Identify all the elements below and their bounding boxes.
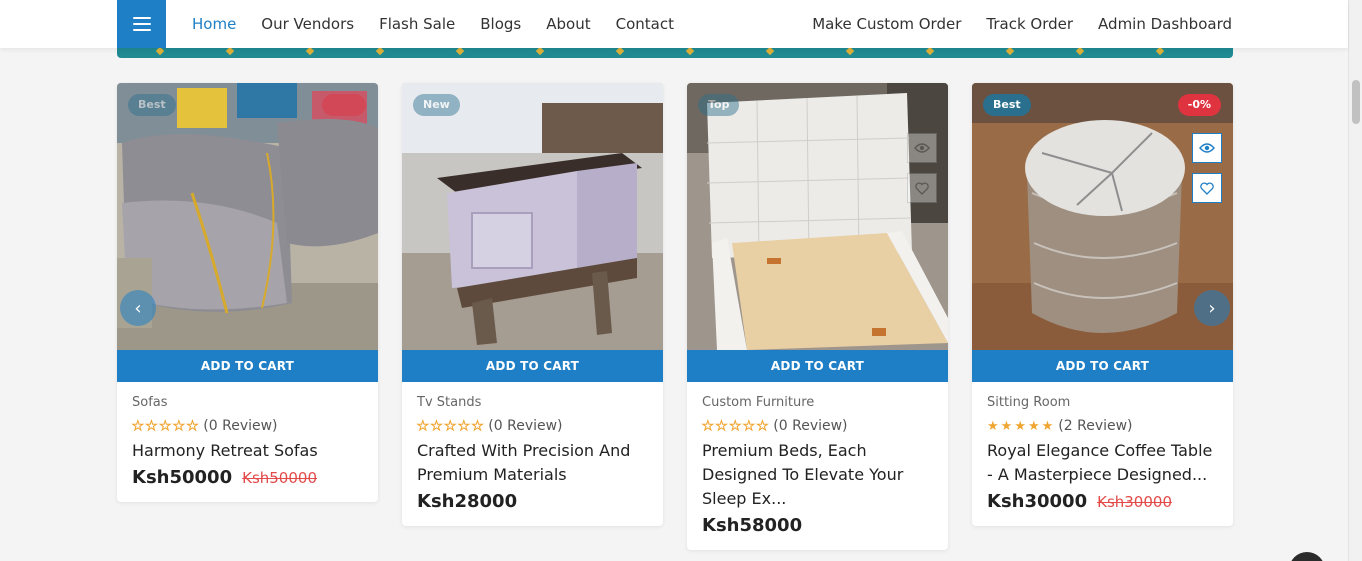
star-icon: ★: [417, 418, 430, 434]
discount-badge: [322, 94, 366, 116]
product-image-coffee-table[interactable]: Best -0% ›: [972, 83, 1233, 350]
product-card[interactable]: Best -0% › ADD TO CART Sitting Room ★ ★ …: [972, 83, 1233, 526]
product-rating: ★ ★ ★ ★ ★ (2 Review): [987, 418, 1218, 434]
product-card[interactable]: Top ADD TO CART Custom Furniture ★ ★ ★ ★…: [687, 83, 948, 550]
review-count: (2 Review): [1058, 418, 1133, 434]
product-card[interactable]: Best ‹ ADD TO CART Sofas ★ ★ ★ ★ ★ (0 Re…: [117, 83, 378, 502]
product-name[interactable]: Royal Elegance Coffee Table - A Masterpi…: [987, 439, 1218, 487]
nav-about[interactable]: About: [546, 15, 590, 33]
star-icon: ★: [172, 418, 185, 434]
price-row: Ksh50000 Ksh50000: [132, 467, 363, 488]
review-count: (0 Review): [203, 418, 278, 434]
heart-icon: [1200, 181, 1214, 195]
product-rating: ★ ★ ★ ★ ★ (0 Review): [417, 418, 648, 434]
product-card[interactable]: New ADD TO CART Tv Stands ★ ★ ★ ★ ★ (0 R…: [402, 83, 663, 526]
discount-badge: -0%: [1177, 94, 1221, 116]
review-count: (0 Review): [773, 418, 848, 434]
product-category[interactable]: Sofas: [132, 395, 363, 410]
nav-flash-sale[interactable]: Flash Sale: [379, 15, 455, 33]
review-count: (0 Review): [488, 418, 563, 434]
quick-view-button[interactable]: [1192, 133, 1222, 163]
star-icon: ★: [457, 418, 470, 434]
page-scrollbar[interactable]: [1348, 0, 1362, 561]
old-price: Ksh30000: [1097, 493, 1172, 511]
product-name[interactable]: Premium Beds, Each Designed To Elevate Y…: [702, 439, 933, 511]
star-icon: ★: [1014, 418, 1026, 434]
star-icon: ★: [715, 418, 728, 434]
product-image-tv-stand[interactable]: New: [402, 83, 663, 350]
hamburger-icon: [132, 17, 151, 31]
quick-view-button[interactable]: [907, 133, 937, 163]
product-category[interactable]: Custom Furniture: [702, 395, 933, 410]
product-price: Ksh28000: [417, 491, 518, 512]
badge-best: Best: [983, 94, 1031, 116]
product-rating: ★ ★ ★ ★ ★ (0 Review): [132, 418, 363, 434]
star-icon: ★: [729, 418, 742, 434]
product-image-bed[interactable]: Top: [687, 83, 948, 350]
product-image-sofa[interactable]: Best ‹: [117, 83, 378, 350]
product-price: Ksh30000: [987, 491, 1088, 512]
scrollbar-thumb[interactable]: [1352, 80, 1360, 124]
add-to-cart-button[interactable]: ADD TO CART: [687, 350, 948, 382]
nav-home[interactable]: Home: [192, 15, 236, 33]
eye-icon: [1199, 143, 1215, 153]
nav-blogs[interactable]: Blogs: [480, 15, 521, 33]
carousel-next-button[interactable]: ›: [1194, 290, 1230, 326]
chevron-right-icon: ›: [1208, 297, 1216, 319]
add-to-cart-button[interactable]: ADD TO CART: [972, 350, 1233, 382]
main-nav: Home Our Vendors Flash Sale Blogs About …: [192, 0, 674, 48]
product-price: Ksh58000: [702, 515, 803, 536]
product-category[interactable]: Tv Stands: [417, 395, 648, 410]
badge-new: New: [413, 94, 460, 116]
star-icon: ★: [132, 418, 145, 434]
eye-icon: [914, 143, 930, 153]
chat-button[interactable]: [1289, 552, 1325, 561]
wishlist-button[interactable]: [1192, 173, 1222, 203]
star-icon: ★: [145, 418, 158, 434]
star-icon: ★: [702, 418, 715, 434]
secondary-nav: Make Custom Order Track Order Admin Dash…: [812, 0, 1232, 48]
carousel-prev-button[interactable]: ‹: [120, 290, 156, 326]
star-icon: ★: [1000, 418, 1013, 434]
old-price: Ksh50000: [242, 469, 317, 487]
badge-top: Top: [698, 94, 740, 116]
star-icon: ★: [756, 418, 769, 434]
price-row: Ksh58000: [702, 515, 933, 536]
star-icon: ★: [444, 418, 457, 434]
star-icon: ★: [987, 418, 999, 434]
nav-track-order[interactable]: Track Order: [986, 15, 1073, 33]
product-category[interactable]: Sitting Room: [987, 395, 1218, 410]
wishlist-button[interactable]: [907, 173, 937, 203]
nav-make-custom-order[interactable]: Make Custom Order: [812, 15, 961, 33]
add-to-cart-button[interactable]: ADD TO CART: [402, 350, 663, 382]
product-name[interactable]: Crafted With Precision And Premium Mater…: [417, 439, 648, 487]
star-icon: ★: [1027, 418, 1040, 434]
product-price: Ksh50000: [132, 467, 233, 488]
top-navbar: Home Our Vendors Flash Sale Blogs About …: [0, 0, 1348, 48]
price-row: Ksh30000 Ksh30000: [987, 491, 1218, 512]
star-icon: ★: [159, 418, 172, 434]
star-icon: ★: [471, 418, 484, 434]
add-to-cart-button[interactable]: ADD TO CART: [117, 350, 378, 382]
heart-icon: [915, 181, 929, 195]
nav-contact[interactable]: Contact: [616, 15, 674, 33]
product-rating: ★ ★ ★ ★ ★ (0 Review): [702, 418, 933, 434]
star-icon: ★: [742, 418, 755, 434]
badge-best: Best: [128, 94, 176, 116]
chevron-left-icon: ‹: [134, 297, 142, 319]
star-icon: ★: [186, 418, 199, 434]
star-icon: ★: [430, 418, 443, 434]
price-row: Ksh28000: [417, 491, 648, 512]
nav-admin-dashboard[interactable]: Admin Dashboard: [1098, 15, 1232, 33]
star-icon: ★: [1041, 418, 1054, 434]
menu-button[interactable]: [117, 0, 166, 48]
nav-our-vendors[interactable]: Our Vendors: [261, 15, 354, 33]
product-name[interactable]: Harmony Retreat Sofas: [132, 439, 363, 463]
